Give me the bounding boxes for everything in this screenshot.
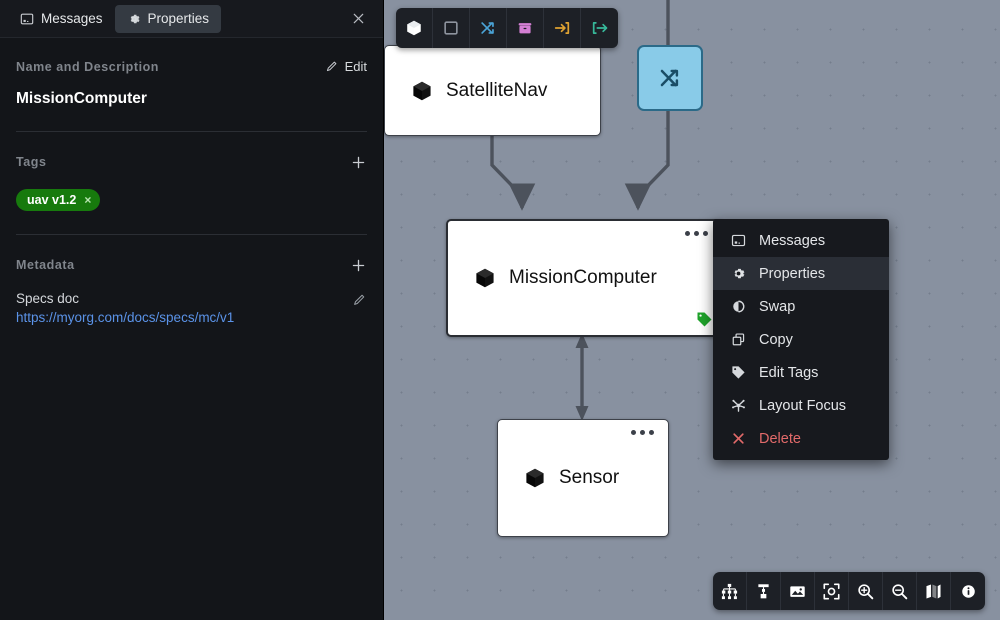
block-icon[interactable] (396, 8, 433, 48)
swap-circle-icon (730, 299, 746, 315)
node-swapnode[interactable] (637, 45, 703, 111)
panel-tab-bar: Messages Properties (0, 0, 383, 38)
node-label: MissionComputer (474, 267, 657, 289)
messages-icon (730, 233, 746, 249)
section-tags: Tags uav v1.2 × (0, 153, 383, 211)
metadata-row: Specs doc https://myorg.com/docs/specs/m… (16, 291, 367, 325)
edit-label: Edit (344, 59, 367, 74)
section-title-metadata: Metadata (16, 258, 75, 272)
node-context-menu: Messages Properties Swap Copy Edit Tags … (713, 219, 889, 460)
context-menu-item-layout-focus[interactable]: Layout Focus (713, 389, 889, 422)
pencil-icon (325, 60, 338, 73)
node-sensor[interactable]: Sensor (497, 419, 669, 537)
context-menu-item-swap[interactable]: Swap (713, 290, 889, 323)
node-label: SatelliteNav (411, 80, 547, 102)
tag-label: uav v1.2 (27, 193, 77, 207)
node-missioncomputer[interactable]: MissionComputer (446, 219, 724, 337)
context-menu-label: Properties (759, 265, 826, 282)
context-menu-label: Edit Tags (759, 364, 819, 381)
close-x-icon (730, 431, 746, 447)
gear-icon (127, 12, 141, 26)
tag-icon (730, 365, 746, 381)
gear-icon (730, 266, 746, 282)
node-label: Sensor (524, 467, 619, 489)
missioncomputer-menu-dots[interactable] (685, 231, 708, 236)
divider (16, 234, 367, 235)
minimap-icon[interactable] (917, 572, 951, 610)
section-title-tags: Tags (16, 155, 47, 169)
add-tag-button[interactable] (349, 153, 367, 171)
metadata-value-link[interactable]: https://myorg.com/docs/specs/mc/v1 (16, 310, 367, 325)
vertical-layout-icon[interactable] (747, 572, 781, 610)
context-menu-label: Delete (759, 430, 801, 447)
tab-messages[interactable]: Messages (8, 5, 115, 33)
cube-icon (524, 467, 546, 489)
context-menu-item-properties[interactable]: Properties (713, 257, 889, 290)
edge-satellitenav-missioncomputer (490, 135, 536, 211)
tag-chip[interactable]: uav v1.2 × (16, 189, 101, 211)
tab-messages-label: Messages (41, 11, 103, 26)
context-menu-item-copy[interactable]: Copy (713, 323, 889, 356)
tag-list: uav v1.2 × (16, 189, 367, 211)
info-icon[interactable] (951, 572, 985, 610)
layout-focus-icon (730, 398, 746, 414)
swap-icon[interactable] (470, 8, 507, 48)
cube-icon (474, 267, 496, 289)
node-tag-icon[interactable] (696, 311, 713, 328)
zoom-out-icon[interactable] (883, 572, 917, 610)
fit-to-screen-icon[interactable] (815, 572, 849, 610)
node-name: SatelliteNav (446, 79, 548, 101)
canvas-view-toolbar (713, 572, 985, 610)
cube-icon (411, 80, 433, 102)
context-menu-item-edit-tags[interactable]: Edit Tags (713, 356, 889, 389)
context-menu-item-delete[interactable]: Delete (713, 422, 889, 455)
swap-icon (657, 65, 683, 91)
section-header: Tags (16, 153, 367, 171)
context-menu-label: Swap (759, 298, 796, 315)
zoom-in-icon[interactable] (849, 572, 883, 610)
section-name-and-description: Name and Description Edit MissionCompute… (0, 59, 383, 108)
hierarchy-layout-icon[interactable] (713, 572, 747, 610)
node-satellitenav[interactable]: SatelliteNav (384, 45, 601, 136)
context-menu-label: Messages (759, 232, 826, 249)
remove-tag-icon[interactable]: × (84, 194, 91, 206)
node-palette-toolbar (396, 8, 618, 48)
metadata-key: Specs doc (16, 291, 80, 306)
node-name-value: MissionComputer (16, 90, 147, 107)
package-icon[interactable] (507, 8, 544, 48)
section-header: Name and Description Edit (16, 59, 367, 74)
close-icon[interactable] (349, 10, 367, 28)
add-metadata-button[interactable] (349, 256, 367, 274)
section-title-name-and-description: Name and Description (16, 59, 159, 74)
properties-panel: Messages Properties Name and Description… (0, 0, 384, 620)
output-port-icon[interactable] (581, 8, 618, 48)
copy-icon (730, 332, 746, 348)
divider (16, 131, 367, 132)
node-name: MissionComputer (509, 267, 657, 288)
sensor-menu-dots[interactable] (631, 430, 654, 435)
context-menu-item-messages[interactable]: Messages (713, 224, 889, 257)
node-name: Sensor (559, 467, 620, 488)
tab-properties[interactable]: Properties (114, 4, 222, 33)
image-icon[interactable] (781, 572, 815, 610)
context-menu-label: Layout Focus (759, 397, 847, 414)
input-port-icon[interactable] (544, 8, 581, 48)
context-menu-label: Copy (759, 331, 793, 348)
edit-name-button[interactable]: Edit (325, 59, 367, 74)
section-header: Metadata (16, 256, 367, 274)
messages-icon (20, 12, 34, 26)
tab-properties-label: Properties (147, 11, 210, 26)
section-metadata: Metadata Specs doc https://myorg.com/doc… (0, 256, 383, 325)
edit-metadata-pencil-icon[interactable] (351, 292, 367, 308)
frame-icon[interactable] (433, 8, 470, 48)
graph-canvas[interactable]: SatelliteNav MissionComputer Sensor (384, 0, 1000, 620)
